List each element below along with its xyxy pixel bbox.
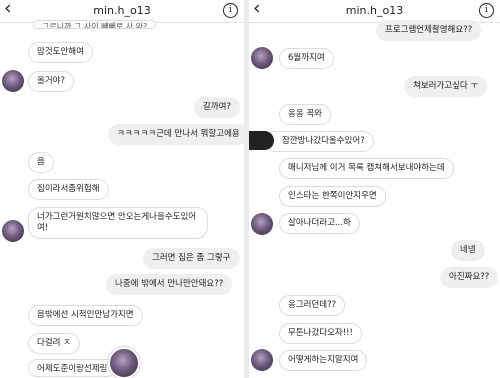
info-icon[interactable]: i: [479, 3, 494, 18]
chat-username: min.h_o13: [93, 4, 151, 17]
message-sent: 나중에 밖에서 만나만안돼요??: [106, 274, 233, 295]
message-received: 살아나더라고...하: [279, 213, 360, 234]
message-received: 어떻게하는지알지여: [279, 350, 368, 371]
redaction-bar: [249, 131, 274, 150]
message-received: 무튼나갔다오자!!!: [279, 323, 362, 344]
message-received: 6월까지여: [279, 48, 334, 69]
avatar[interactable]: [2, 220, 24, 242]
message-received: 잠깐방나갔다올수있어?: [265, 131, 374, 152]
message-received: 음: [28, 152, 54, 173]
avatar[interactable]: [251, 213, 273, 235]
message-sent: ㅋㅋㅋㅋㅋ근데 만나서 뭐할고에용: [108, 124, 244, 145]
message-received: 맘것도안해여: [28, 42, 93, 63]
message-received: 인스타는 한쪽이안지우면: [279, 186, 386, 207]
chat-username: min.h_o13: [345, 4, 404, 17]
message-received: 집이라서좀위험해: [28, 179, 109, 200]
message-received: 올거야?: [28, 71, 74, 92]
message-sent: 그러면 집은 좀 그렇구: [143, 248, 240, 269]
right-chat-panel: ‹ min.h_o13 i 프로그램언제촬영해요?? 6월까지여 쳐보러가고싶다…: [249, 0, 500, 378]
avatar[interactable]: [2, 70, 24, 92]
message-received: 옹옹 꼭와: [279, 104, 331, 125]
left-chat-panel: ‹ min.h_o13 i 그르니까 그 사이 빼빼로 사 와? 맘것도안해여 …: [0, 0, 244, 378]
message-sent: 아진짜요??: [440, 267, 499, 288]
message-received: 매니저님께 이거 목록 캡쳐해서보내야하는데: [279, 158, 454, 179]
avatar[interactable]: [251, 349, 273, 371]
message-received: 어제도준이랑선제링: [28, 359, 117, 377]
message-received: 다걸려 ㅈ: [28, 333, 80, 354]
info-icon[interactable]: i: [223, 3, 238, 18]
message-sent: 갈까여?: [194, 97, 240, 118]
message-received: 그르니까 그 사이 빼빼로 사 와?: [33, 20, 157, 29]
message-received: 너가그런거원치않으면 안오는게나을수도있어여!: [28, 207, 208, 239]
message-received: 옹그러던데??: [279, 295, 346, 316]
message-sent: 네넹: [451, 240, 485, 261]
message-received: 음밖에선 시적인만남가지면: [28, 305, 143, 326]
avatar[interactable]: [108, 347, 140, 378]
message-sent: 쳐보러가고싶다 ㅜ: [404, 76, 488, 97]
message-sent: 프로그램언제촬영해요??: [376, 20, 482, 41]
avatar[interactable]: [251, 47, 273, 69]
